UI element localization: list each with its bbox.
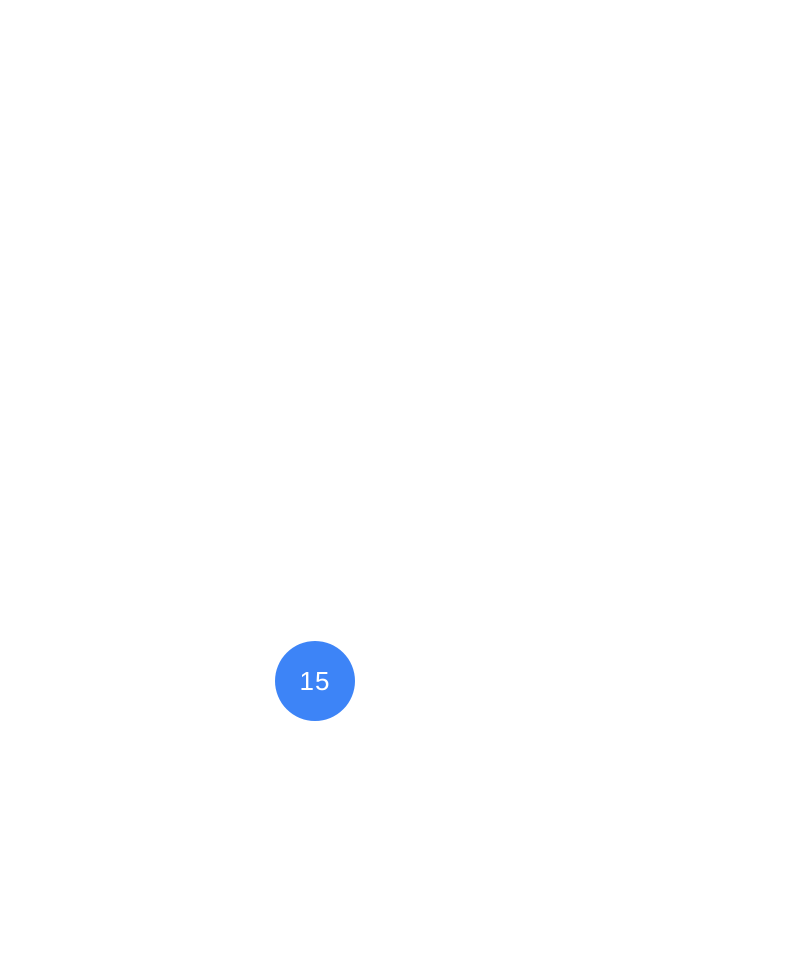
cluster-count-marker[interactable]: 15 [275,641,355,721]
cluster-count-label: 15 [299,666,331,696]
map-canvas[interactable]: 15 [0,0,800,958]
